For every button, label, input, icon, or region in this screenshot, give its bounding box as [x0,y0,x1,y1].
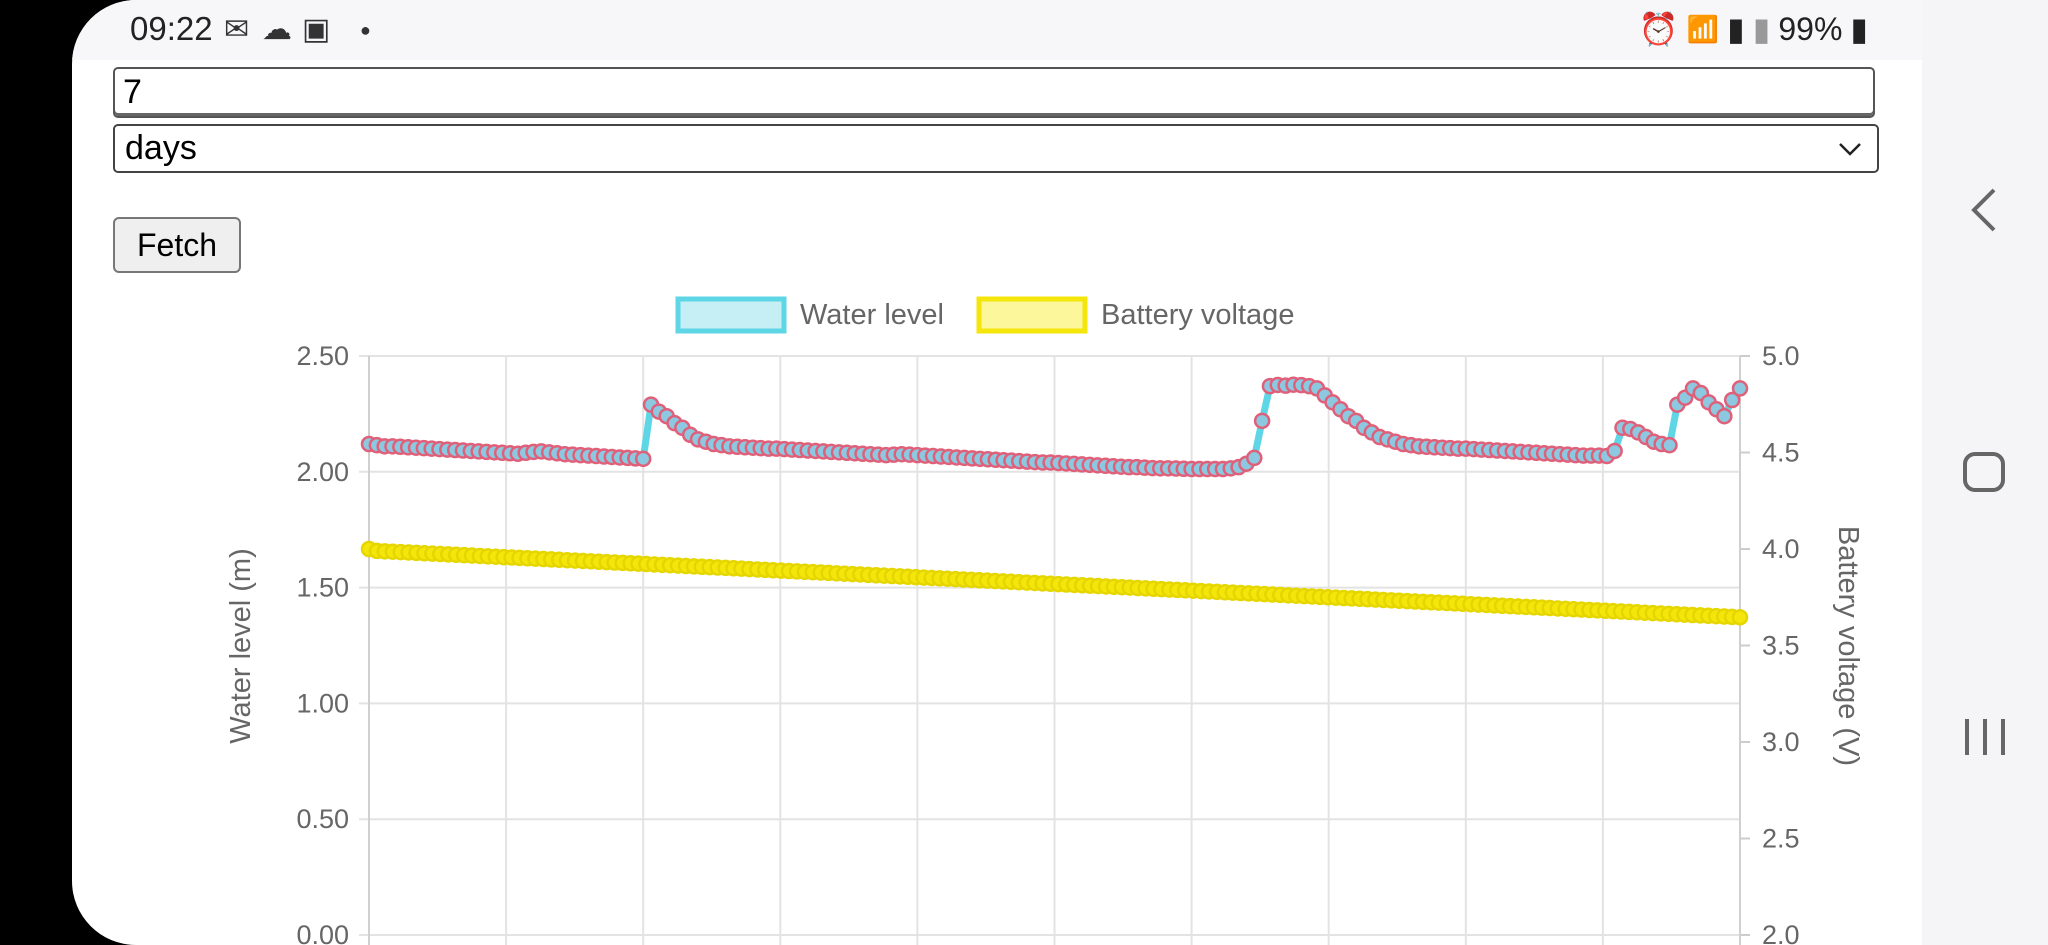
y-left-tick: 1.50 [296,573,349,603]
y-right-tick: 3.0 [1762,727,1800,757]
data-point [1246,449,1263,467]
data-point [1731,380,1749,397]
legend-label[interactable]: Water level [800,299,944,331]
data-point [1661,436,1678,454]
back-icon[interactable] [1922,185,2048,235]
y-right-tick: 2.0 [1762,920,1800,945]
data-point [1253,412,1271,430]
y-right-tick: 2.5 [1762,824,1800,854]
y-axis-left-label: Water level (m) [225,548,257,744]
navigation-bar [1922,0,2048,945]
legend-label[interactable]: Battery voltage [1101,299,1294,331]
data-point [1716,407,1733,425]
y-left-tick: 0.00 [296,920,349,945]
y-left-tick: 1.00 [296,688,349,718]
water-level-chart: Water level Battery voltage 2.50 2.00 1.50 1… [225,296,1864,945]
y-axis-right-label: Battery voltage (V) [1832,526,1864,766]
legend-swatch[interactable] [675,296,787,334]
y-right-tick: 5.0 [1762,341,1800,371]
data-point [634,450,652,468]
y-right-tick: 4.0 [1762,534,1800,564]
y-right-tick: 3.5 [1762,631,1800,661]
y-left-tick: 0.50 [296,804,349,834]
data-point [1731,609,1749,626]
recents-icon[interactable] [1922,715,2048,759]
data-point [1606,442,1623,460]
legend-swatch[interactable] [976,296,1088,334]
y-right-tick: 4.5 [1762,438,1800,468]
home-icon[interactable] [1922,448,2048,496]
y-left-tick: 2.50 [296,341,349,371]
app-screen: 09:22 ✉ ☁ ▣ ● ⏰ 📶 ▮ ▮ 99% ▮ days Fetch W… [72,0,1922,945]
y-left-tick: 2.00 [296,457,349,487]
